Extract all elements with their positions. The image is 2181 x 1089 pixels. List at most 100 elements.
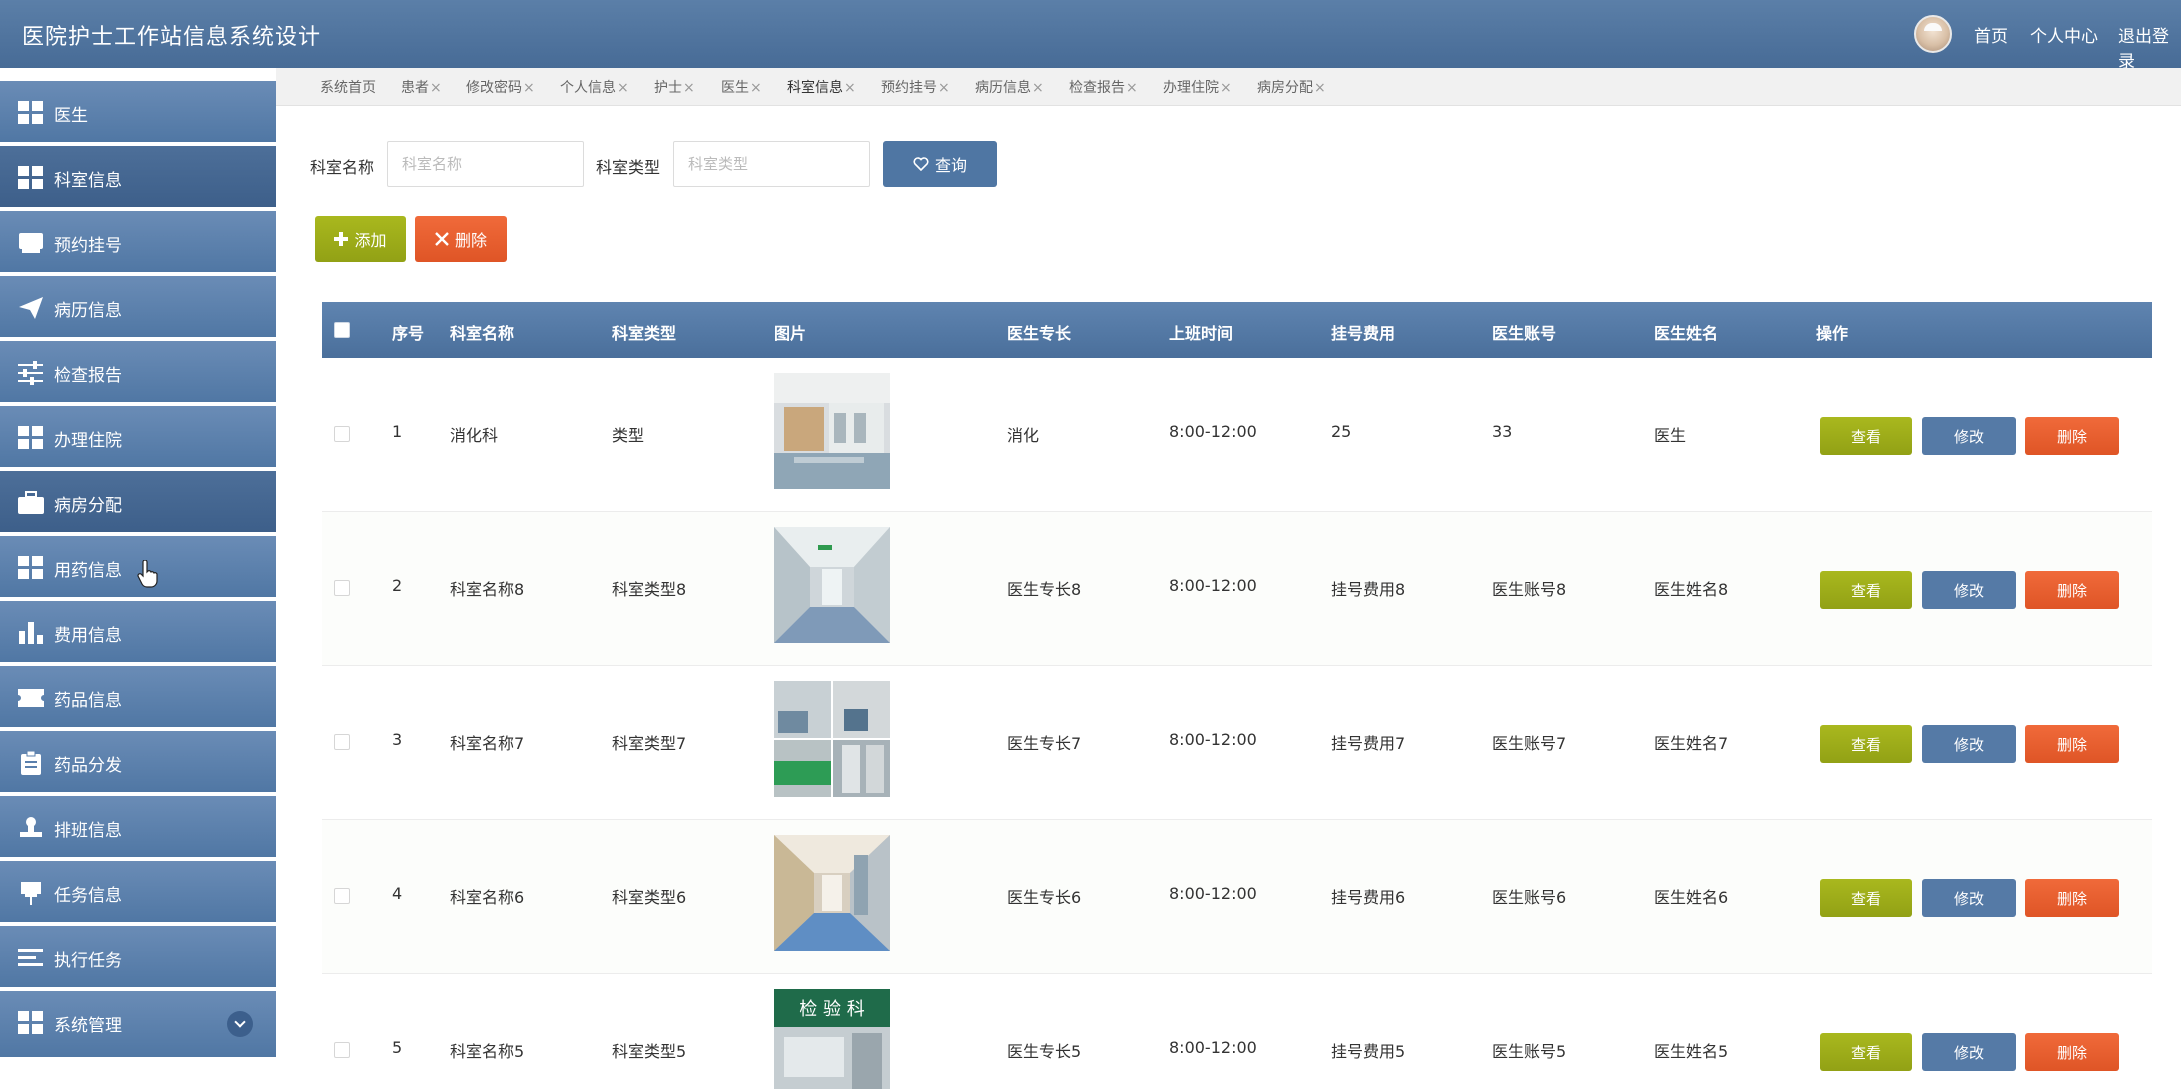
- close-icon[interactable]: ×: [1314, 80, 1326, 96]
- close-icon[interactable]: ×: [1220, 80, 1232, 96]
- tab-exam-report[interactable]: 检查报告×: [1069, 77, 1138, 97]
- cell-name: 科室名称8: [450, 580, 525, 599]
- row-checkbox[interactable]: [334, 426, 350, 442]
- close-icon[interactable]: ×: [617, 80, 629, 96]
- sidebar-item-label: 科室信息: [54, 171, 122, 191]
- cell-name: 科室名称7: [450, 734, 525, 753]
- sidebar-item-medical-record[interactable]: 病历信息: [0, 276, 276, 339]
- sidebar-item-ward-allocation[interactable]: 病房分配: [0, 471, 276, 534]
- sidebar-item-label: 预约挂号: [54, 236, 122, 256]
- view-button[interactable]: 查看: [1820, 417, 1912, 455]
- sidebar-item-label: 用药信息: [54, 561, 122, 581]
- nav-home-link[interactable]: 首页: [1974, 22, 2008, 47]
- tab-ward-allocation[interactable]: 病房分配×: [1257, 77, 1326, 97]
- sidebar-item-appointment[interactable]: 预约挂号: [0, 211, 276, 274]
- close-icon[interactable]: ×: [1126, 80, 1138, 96]
- plus-icon: [334, 232, 349, 246]
- col-actions: 操作: [1816, 324, 1849, 343]
- close-icon[interactable]: ×: [683, 80, 695, 96]
- add-button[interactable]: 添加: [315, 216, 406, 262]
- sidebar-item-drug-dispense[interactable]: 药品分发: [0, 731, 276, 794]
- cell-doctor: 医生姓名8: [1654, 580, 1729, 599]
- view-button[interactable]: 查看: [1820, 879, 1912, 917]
- cell-specialty: 医生专长7: [1007, 734, 1082, 753]
- delete-button[interactable]: 删除: [2025, 725, 2119, 763]
- view-button[interactable]: 查看: [1820, 571, 1912, 609]
- edit-button[interactable]: 修改: [1922, 879, 2016, 917]
- sidebar-item-exam-report[interactable]: 检查报告: [0, 341, 276, 404]
- sidebar-item-doctor[interactable]: 医生: [0, 81, 276, 144]
- delete-button[interactable]: 删除: [2025, 879, 2119, 917]
- close-icon[interactable]: ×: [1032, 80, 1044, 96]
- edit-button[interactable]: 修改: [1922, 1033, 2016, 1071]
- col-type: 科室类型: [612, 324, 677, 343]
- close-icon[interactable]: ×: [750, 80, 762, 96]
- chevron-down-icon[interactable]: [227, 1011, 253, 1037]
- cell-account: 医生账号7: [1492, 734, 1567, 753]
- sidebar-item-execute-tasks[interactable]: 执行任务: [0, 926, 276, 989]
- close-icon[interactable]: ×: [430, 80, 442, 96]
- close-icon[interactable]: ×: [938, 80, 950, 96]
- close-icon: [435, 232, 449, 246]
- cell-no: 4: [392, 884, 403, 903]
- cell-time: 8:00-12:00: [1169, 730, 1257, 749]
- close-icon[interactable]: ×: [523, 80, 535, 96]
- tab-home[interactable]: 系统首页: [320, 77, 377, 97]
- table-row: 5 科室名称5 科室类型5 检 验 科 医生专长5 8:00-12:00 挂号费…: [322, 974, 2152, 1089]
- avatar[interactable]: [1914, 15, 1952, 53]
- cell-doctor: 医生姓名7: [1654, 734, 1729, 753]
- tab-department[interactable]: 科室信息×: [787, 77, 856, 97]
- batch-delete-button[interactable]: 删除: [415, 216, 507, 262]
- delete-button[interactable]: 删除: [2025, 1033, 2119, 1071]
- col-image: 图片: [774, 324, 807, 343]
- edit-button[interactable]: 修改: [1922, 417, 2016, 455]
- sidebar-item-drug-info[interactable]: 药品信息: [0, 666, 276, 729]
- sidebar-item-admission[interactable]: 办理住院: [0, 406, 276, 469]
- edit-button[interactable]: 修改: [1922, 571, 2016, 609]
- department-name-input[interactable]: [387, 141, 584, 187]
- tab-patient[interactable]: 患者×: [401, 77, 442, 97]
- close-icon[interactable]: ×: [844, 80, 856, 96]
- row-checkbox[interactable]: [334, 734, 350, 750]
- sidebar-item-label: 任务信息: [54, 886, 122, 906]
- row-checkbox[interactable]: [334, 580, 350, 596]
- cell-time: 8:00-12:00: [1169, 422, 1257, 441]
- sidebar-item-system-admin[interactable]: 系统管理: [0, 991, 276, 1059]
- nav-logout-link[interactable]: 退出登录: [2118, 22, 2181, 72]
- edit-button[interactable]: 修改: [1922, 725, 2016, 763]
- table-row: 4 科室名称6 科室类型6 医生专长6 8:00-12:00 挂号费用6 医生账…: [322, 820, 2152, 974]
- delete-button[interactable]: 删除: [2025, 417, 2119, 455]
- select-all-checkbox[interactable]: [334, 322, 350, 338]
- sign-text: 检 验 科: [799, 999, 864, 1020]
- cell-specialty: 医生专长6: [1007, 888, 1082, 907]
- cell-doctor: 医生姓名6: [1654, 888, 1729, 907]
- tab-appointment[interactable]: 预约挂号×: [881, 77, 950, 97]
- tab-personal-info[interactable]: 个人信息×: [560, 77, 629, 97]
- cell-fee: 25: [1331, 422, 1352, 441]
- tab-doctor[interactable]: 医生×: [721, 77, 762, 97]
- col-specialty: 医生专长: [1007, 324, 1072, 343]
- cell-fee: 挂号费用8: [1331, 580, 1406, 599]
- col-no: 序号: [392, 324, 425, 343]
- department-image: [774, 835, 890, 951]
- row-checkbox[interactable]: [334, 1042, 350, 1058]
- cell-type: 科室类型8: [612, 580, 687, 599]
- sidebar-item-schedule[interactable]: 排班信息: [0, 796, 276, 859]
- sidebar-item-label: 药品信息: [54, 691, 122, 711]
- row-checkbox[interactable]: [334, 888, 350, 904]
- nav-profile-link[interactable]: 个人中心: [2030, 22, 2098, 47]
- delete-button[interactable]: 删除: [2025, 571, 2119, 609]
- tab-admission[interactable]: 办理住院×: [1163, 77, 1232, 97]
- cell-type: 科室类型7: [612, 734, 687, 753]
- sidebar-item-fees[interactable]: 费用信息: [0, 601, 276, 664]
- view-button[interactable]: 查看: [1820, 1033, 1912, 1071]
- tab-change-password[interactable]: 修改密码×: [466, 77, 535, 97]
- tab-nurse[interactable]: 护士×: [654, 77, 695, 97]
- cell-no: 2: [392, 576, 403, 595]
- query-button[interactable]: 查询: [883, 141, 997, 187]
- view-button[interactable]: 查看: [1820, 725, 1912, 763]
- department-type-input[interactable]: [673, 141, 870, 187]
- tab-medical-record[interactable]: 病历信息×: [975, 77, 1044, 97]
- sidebar-item-department[interactable]: 科室信息: [0, 146, 276, 209]
- sidebar-item-tasks[interactable]: 任务信息: [0, 861, 276, 924]
